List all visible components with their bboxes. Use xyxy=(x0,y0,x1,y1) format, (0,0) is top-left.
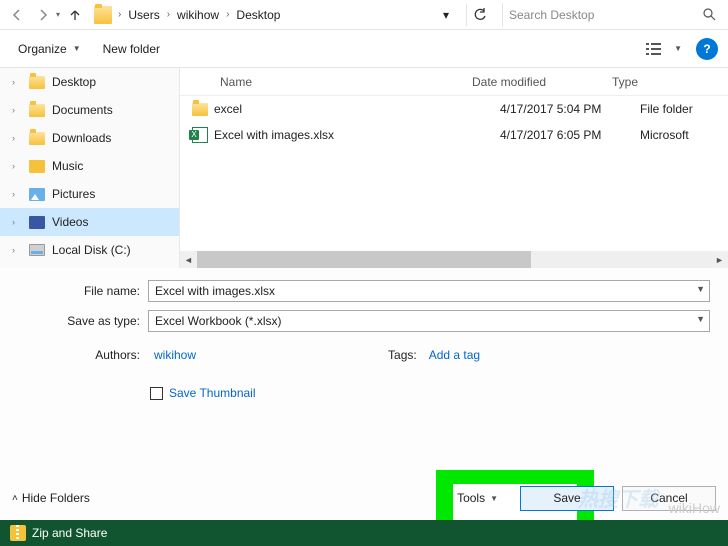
videos-icon xyxy=(28,213,46,231)
hide-folders-button[interactable]: ˄ Hide Folders xyxy=(12,491,90,505)
chevron-right-icon[interactable]: › xyxy=(12,161,22,171)
search-input[interactable]: Search Desktop xyxy=(502,3,722,27)
chevron-right-icon: › xyxy=(118,9,121,20)
address-bar: ▾ › Users › wikihow › Desktop ▾ Search D… xyxy=(0,0,728,30)
file-row[interactable]: Excel with images.xlsx 4/17/2017 6:05 PM… xyxy=(180,122,728,148)
pictures-icon xyxy=(28,185,46,203)
back-button[interactable] xyxy=(6,4,28,26)
watermark-overlay: 热搜下载 xyxy=(578,483,658,512)
filename-input[interactable]: Excel with images.xlsx ▼ xyxy=(148,280,710,302)
sidebar: › Desktop › Documents › Downloads › Musi… xyxy=(0,68,180,268)
save-thumbnail-label[interactable]: Save Thumbnail xyxy=(169,386,256,400)
authors-label: Authors: xyxy=(18,348,148,362)
up-button[interactable] xyxy=(64,4,86,26)
scroll-track[interactable] xyxy=(197,251,711,268)
main-area: › Desktop › Documents › Downloads › Musi… xyxy=(0,68,728,268)
chevron-down-icon[interactable]: ▼ xyxy=(696,284,705,294)
saveastype-label: Save as type: xyxy=(18,314,148,328)
chevron-up-icon: ˄ xyxy=(12,493,18,504)
sidebar-item-label: Pictures xyxy=(52,187,95,201)
save-thumbnail-row: Save Thumbnail xyxy=(0,362,728,400)
file-row[interactable]: excel 4/17/2017 5:04 PM File folder xyxy=(180,96,728,122)
chevron-right-icon[interactable]: › xyxy=(12,105,22,115)
command-bar: Organize ▼ New folder ▼ ? xyxy=(0,30,728,68)
sidebar-item-pictures[interactable]: › Pictures xyxy=(0,180,179,208)
chevron-right-icon[interactable]: › xyxy=(12,217,22,227)
chevron-right-icon[interactable]: › xyxy=(12,245,22,255)
sidebar-item-label: Documents xyxy=(52,103,113,117)
chevron-right-icon[interactable]: › xyxy=(12,189,22,199)
file-name: Excel with images.xlsx xyxy=(214,128,500,142)
breadcrumb[interactable]: › Users › wikihow › Desktop xyxy=(94,6,283,24)
folder-icon xyxy=(94,6,112,24)
sidebar-item-desktop[interactable]: › Desktop xyxy=(0,68,179,96)
authors-value[interactable]: wikihow xyxy=(154,348,196,362)
column-header-date[interactable]: Date modified xyxy=(472,75,612,89)
history-dropdown-icon[interactable]: ▾ xyxy=(56,10,60,19)
breadcrumb-users[interactable]: Users xyxy=(125,6,162,24)
folder-icon xyxy=(28,101,46,119)
sidebar-item-videos[interactable]: › Videos xyxy=(0,208,179,236)
horizontal-scrollbar[interactable]: ◄ ► xyxy=(180,251,728,268)
chevron-right-icon: › xyxy=(167,9,170,20)
tags-value[interactable]: Add a tag xyxy=(429,348,480,362)
sidebar-item-label: Videos xyxy=(52,215,88,229)
sidebar-item-label: Music xyxy=(52,159,83,173)
file-type: Microsoft xyxy=(640,128,728,142)
taskbar: Zip and Share xyxy=(0,520,728,546)
column-header-name[interactable]: Name xyxy=(192,75,472,89)
breadcrumb-desktop[interactable]: Desktop xyxy=(233,6,283,24)
file-date: 4/17/2017 5:04 PM xyxy=(500,102,640,116)
sidebar-item-music[interactable]: › Music xyxy=(0,152,179,180)
chevron-down-icon: ▼ xyxy=(490,494,498,503)
music-icon xyxy=(28,157,46,175)
search-placeholder: Search Desktop xyxy=(509,8,594,22)
breadcrumb-wikihow[interactable]: wikihow xyxy=(174,6,222,24)
scroll-thumb[interactable] xyxy=(197,251,531,268)
folder-icon xyxy=(28,73,46,91)
chevron-right-icon[interactable]: › xyxy=(12,77,22,87)
file-list: Name Date modified Type excel 4/17/2017 … xyxy=(180,68,728,268)
folder-icon xyxy=(28,129,46,147)
chevron-right-icon[interactable]: › xyxy=(12,133,22,143)
new-folder-button[interactable]: New folder xyxy=(95,38,168,60)
address-dropdown-icon[interactable]: ▾ xyxy=(436,8,456,22)
sidebar-item-local-disk[interactable]: › Local Disk (C:) xyxy=(0,236,179,264)
sidebar-item-label: Downloads xyxy=(52,131,111,145)
file-name: excel xyxy=(214,102,500,116)
tools-button[interactable]: Tools ▼ xyxy=(457,491,498,505)
save-thumbnail-checkbox[interactable] xyxy=(150,387,163,400)
filename-label: File name: xyxy=(18,284,148,298)
saveastype-input[interactable]: Excel Workbook (*.xlsx) ▼ xyxy=(148,310,710,332)
chevron-right-icon: › xyxy=(226,9,229,20)
sidebar-item-downloads[interactable]: › Downloads xyxy=(0,124,179,152)
folder-icon xyxy=(192,103,214,116)
scroll-right-button[interactable]: ► xyxy=(711,251,728,268)
tags-label: Tags: xyxy=(388,348,417,362)
chevron-down-icon: ▼ xyxy=(73,44,81,53)
disk-icon xyxy=(28,241,46,259)
search-icon[interactable] xyxy=(703,8,716,21)
wikihow-watermark: wikiHow xyxy=(669,500,720,516)
chevron-down-icon[interactable]: ▼ xyxy=(696,314,705,324)
metadata-row: Authors: wikihow Tags: Add a tag xyxy=(0,338,728,362)
zip-and-share-button[interactable]: Zip and Share xyxy=(32,526,107,540)
help-button[interactable]: ? xyxy=(696,38,718,60)
file-type: File folder xyxy=(640,102,728,116)
view-options-button[interactable] xyxy=(644,38,666,60)
save-fields: File name: Excel with images.xlsx ▼ Save… xyxy=(0,268,728,338)
refresh-button[interactable] xyxy=(466,4,492,26)
excel-icon xyxy=(192,127,214,143)
sidebar-item-documents[interactable]: › Documents xyxy=(0,96,179,124)
sidebar-item-label: Desktop xyxy=(52,75,96,89)
column-headers: Name Date modified Type xyxy=(180,68,728,96)
sidebar-item-label: Local Disk (C:) xyxy=(52,243,131,257)
scroll-left-button[interactable]: ◄ xyxy=(180,251,197,268)
forward-button[interactable] xyxy=(32,4,54,26)
file-date: 4/17/2017 6:05 PM xyxy=(500,128,640,142)
chevron-down-icon[interactable]: ▼ xyxy=(674,44,682,53)
organize-button[interactable]: Organize ▼ xyxy=(10,38,89,60)
zip-icon xyxy=(10,525,26,541)
column-header-type[interactable]: Type xyxy=(612,75,728,89)
